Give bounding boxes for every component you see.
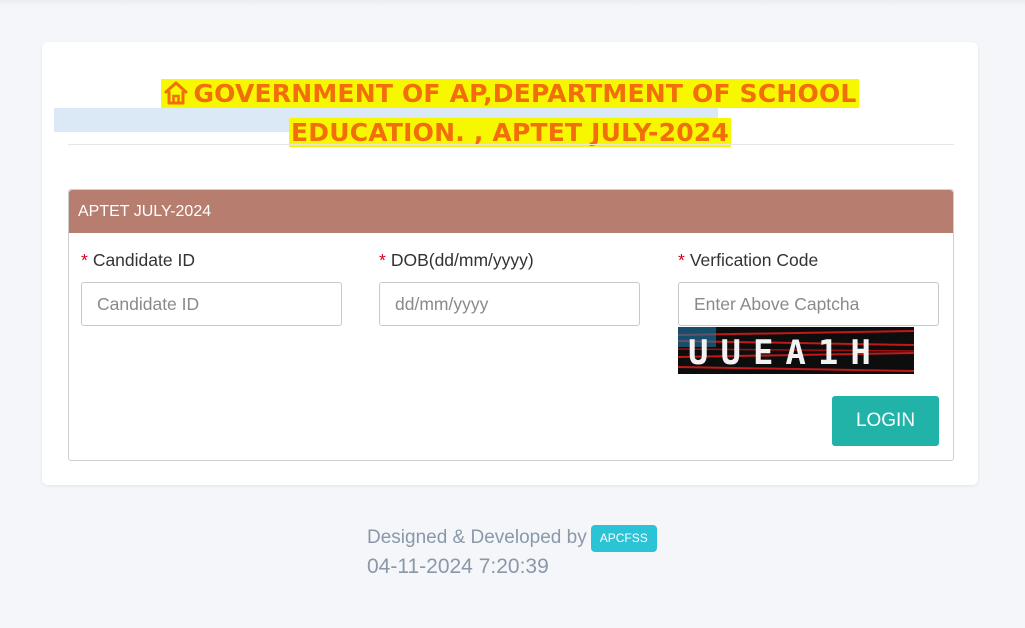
candidate-id-input[interactable] <box>81 282 342 326</box>
page-title: GOVERNMENT OF AP,DEPARTMENT OF SCHOOL ED… <box>82 76 938 150</box>
panel-header: APTET JULY-2024 <box>69 190 953 233</box>
login-card: GOVERNMENT OF AP,DEPARTMENT OF SCHOOL ED… <box>42 42 978 485</box>
home-icon <box>163 80 189 115</box>
title-line-2: EDUCATION. , APTET JULY-2024 <box>289 118 731 147</box>
title-line-1: GOVERNMENT OF AP,DEPARTMENT OF SCHOOL <box>193 79 857 108</box>
login-button[interactable]: LOGIN <box>832 396 939 446</box>
apcfss-badge[interactable]: APCFSS <box>590 524 657 552</box>
required-marker: * <box>379 250 386 270</box>
required-marker: * <box>678 250 685 270</box>
dob-label: * DOB(dd/mm/yyyy) <box>379 250 534 270</box>
required-marker: * <box>81 250 88 270</box>
top-shadow-bar <box>0 0 1025 6</box>
login-panel: APTET JULY-2024 *Candidate ID *DOB(dd/mm… <box>68 189 954 461</box>
verification-field: * Verfication Code <box>678 248 939 326</box>
header-divider <box>68 144 954 145</box>
captcha-image: UUEA1H <box>678 327 914 374</box>
server-timestamp: 04-11-2024 7:20:39 <box>367 555 549 578</box>
dob-field: * DOB(dd/mm/yyyy) <box>379 248 640 326</box>
dob-input[interactable] <box>379 282 640 326</box>
captcha-text: UUEA1H <box>688 333 883 373</box>
verification-label: * Verfication Code <box>678 250 819 270</box>
captcha-input[interactable] <box>678 282 939 326</box>
candidate-id-field: * Candidate ID <box>81 248 342 326</box>
footer: Designed & Developed by APCFSS 04-11-202… <box>367 522 657 580</box>
candidate-id-label: * Candidate ID <box>81 250 195 270</box>
designed-by-text: Designed & Developed by <box>367 527 587 548</box>
